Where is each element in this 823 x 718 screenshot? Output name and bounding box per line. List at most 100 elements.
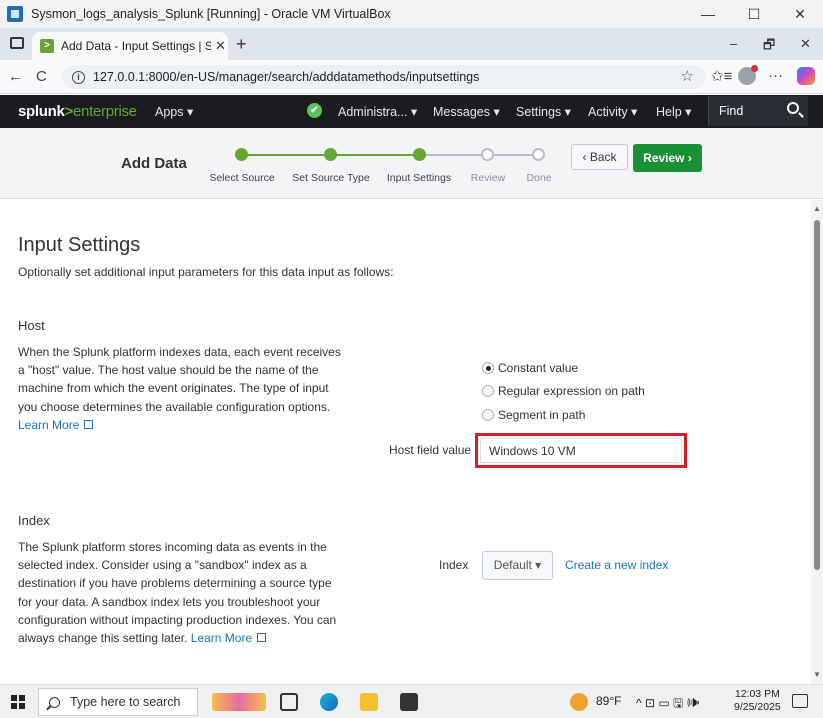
browser-toolbar: ← C i 127.0.0.1:8000/en-US/manager/searc… (0, 60, 823, 94)
host-description-text: When the Splunk platform indexes data, e… (18, 345, 341, 414)
host-heading: Host (18, 318, 45, 333)
help-menu[interactable]: Help ▾ (656, 104, 691, 119)
radio-unselected-icon[interactable] (482, 385, 494, 397)
step-label-done: Done (526, 172, 552, 184)
search-icon[interactable] (787, 102, 799, 114)
radio-label-segment-in-path: Segment in path (498, 408, 586, 422)
splunk-favicon-icon: > (40, 39, 54, 53)
back-arrow-icon[interactable]: ← (8, 68, 23, 85)
copilot-icon[interactable] (797, 67, 815, 85)
browser-minimize-button[interactable]: – (730, 36, 737, 51)
weather-icon[interactable] (570, 693, 588, 711)
browser-restore-button[interactable]: 🗗 (763, 36, 775, 58)
notification-center-icon[interactable] (792, 694, 808, 708)
radio-segment-in-path[interactable]: Segment in path (482, 408, 585, 422)
profile-avatar[interactable] (738, 65, 758, 85)
step-dot-input-settings (413, 148, 426, 161)
input-settings-content: Input Settings Optionally set additional… (0, 200, 811, 684)
clock-date: 9/25/2025 (734, 701, 781, 713)
scroll-up-arrow-icon[interactable]: ▲ (813, 204, 821, 213)
maximize-button[interactable]: ☐ (731, 0, 777, 28)
taskbar-search-placeholder: Type here to search (70, 695, 181, 709)
taskbar-clock[interactable]: 12:03 PM 9/25/2025 (734, 688, 781, 714)
step-label-select-source: Select Source (209, 172, 275, 184)
window-controls: — ☐ ✕ (685, 0, 823, 28)
browser-close-button[interactable]: ✕ (800, 36, 811, 52)
close-button[interactable]: ✕ (777, 0, 823, 28)
host-description: When the Splunk platform indexes data, e… (18, 343, 348, 434)
index-description-text: The Splunk platform stores incoming data… (18, 540, 337, 646)
splunk-navbar: splunk>enterprise Apps ▾ Administra... ▾… (0, 95, 823, 128)
page-subtitle: Optionally set additional input paramete… (18, 265, 394, 279)
index-heading: Index (18, 513, 50, 528)
step-dot-set-source-type (324, 148, 337, 161)
taskbar-search-box[interactable]: Type here to search (38, 688, 198, 716)
radio-regex-on-path[interactable]: Regular expression on path (482, 384, 645, 398)
tab-close-icon[interactable]: ✕ (215, 38, 226, 54)
tab-actions-icon[interactable] (10, 37, 24, 49)
search-highlight-icon[interactable] (212, 693, 266, 711)
create-new-index-link[interactable]: Create a new index (565, 558, 668, 572)
find-label: Find (719, 104, 744, 118)
page-scrollbar[interactable]: ▲ ▼ (811, 200, 823, 684)
minimize-button[interactable]: — (685, 0, 731, 28)
radio-unselected-icon[interactable] (482, 409, 494, 421)
splunk-logo[interactable]: splunk>enterprise (18, 103, 137, 120)
activity-menu[interactable]: Activity ▾ (588, 104, 637, 119)
file-explorer-icon[interactable] (360, 693, 378, 711)
step-label-review: Review (470, 172, 506, 184)
index-description: The Splunk platform stores incoming data… (18, 538, 348, 647)
add-data-wizard-header: Add Data Select Source Set Source Type I… (0, 128, 823, 199)
search-icon (49, 696, 60, 708)
radio-selected-icon[interactable] (482, 362, 494, 374)
step-dot-done (532, 148, 545, 161)
index-learn-more-link[interactable]: Learn More (191, 631, 267, 645)
administrator-menu[interactable]: Administra... ▾ (338, 104, 417, 119)
step-label-set-source-type: Set Source Type (292, 172, 370, 184)
url-text: 127.0.0.1:8000/en-US/manager/search/addd… (93, 70, 480, 84)
favorite-star-icon[interactable]: ☆ (681, 67, 694, 85)
task-view-icon[interactable] (280, 693, 298, 711)
host-field-highlight: Windows 10 VM (475, 433, 687, 468)
step-label-input-settings: Input Settings (386, 172, 452, 184)
messages-menu[interactable]: Messages ▾ (433, 104, 500, 119)
windows-taskbar: Type here to search 89°F ^ ⊡ ▭ 🖫 🕪 12:03… (0, 684, 823, 718)
edge-browser-icon[interactable] (320, 693, 338, 711)
more-menu-icon[interactable]: ··· (768, 67, 783, 84)
scroll-down-arrow-icon[interactable]: ▼ (813, 670, 821, 679)
health-ok-icon[interactable]: ✔ (307, 103, 322, 118)
radio-constant-value[interactable]: Constant value (482, 361, 578, 375)
index-dropdown[interactable]: Default ▾ (482, 551, 553, 580)
step-dot-select-source (235, 148, 248, 161)
mail-icon[interactable] (400, 693, 418, 711)
weather-temperature[interactable]: 89°F (596, 694, 621, 708)
settings-menu[interactable]: Settings ▾ (516, 104, 571, 119)
host-field-label: Host field value (389, 443, 472, 457)
virtualbox-icon (7, 6, 23, 22)
external-link-icon (84, 419, 94, 429)
host-learn-more-link[interactable]: Learn More (18, 418, 94, 432)
radio-label-regex-on-path: Regular expression on path (498, 384, 645, 398)
vm-window-title: Sysmon_logs_analysis_Splunk [Running] - … (31, 7, 391, 21)
browser-tab-active[interactable]: > Add Data - Input Settings | Splunk ✕ (32, 32, 228, 60)
reload-icon[interactable]: C (36, 68, 47, 85)
scrollbar-thumb[interactable] (814, 220, 820, 570)
vm-window-titlebar: Sysmon_logs_analysis_Splunk [Running] - … (0, 0, 823, 28)
clock-time: 12:03 PM (734, 688, 780, 700)
system-tray-icons[interactable]: ^ ⊡ ▭ 🖫 🕪 (636, 694, 700, 715)
windows-start-icon[interactable] (11, 695, 25, 709)
host-field-input[interactable]: Windows 10 VM (480, 438, 682, 463)
step-dot-review (481, 148, 494, 161)
new-tab-button[interactable]: + (236, 34, 247, 55)
apps-menu[interactable]: Apps ▾ (155, 104, 193, 119)
step-remaining-line (419, 154, 539, 156)
index-field-label: Index (439, 558, 469, 572)
find-search-box[interactable]: Find (708, 96, 808, 126)
address-bar[interactable]: i 127.0.0.1:8000/en-US/manager/search/ad… (62, 65, 706, 89)
back-button[interactable]: ‹ Back (571, 144, 628, 170)
site-info-icon[interactable]: i (72, 70, 85, 84)
favorites-icon[interactable]: ✩≡ (711, 67, 732, 85)
review-button[interactable]: Review › (633, 144, 702, 172)
browser-tabbar: > Add Data - Input Settings | Splunk ✕ +… (0, 28, 823, 60)
external-link-icon (257, 633, 267, 643)
